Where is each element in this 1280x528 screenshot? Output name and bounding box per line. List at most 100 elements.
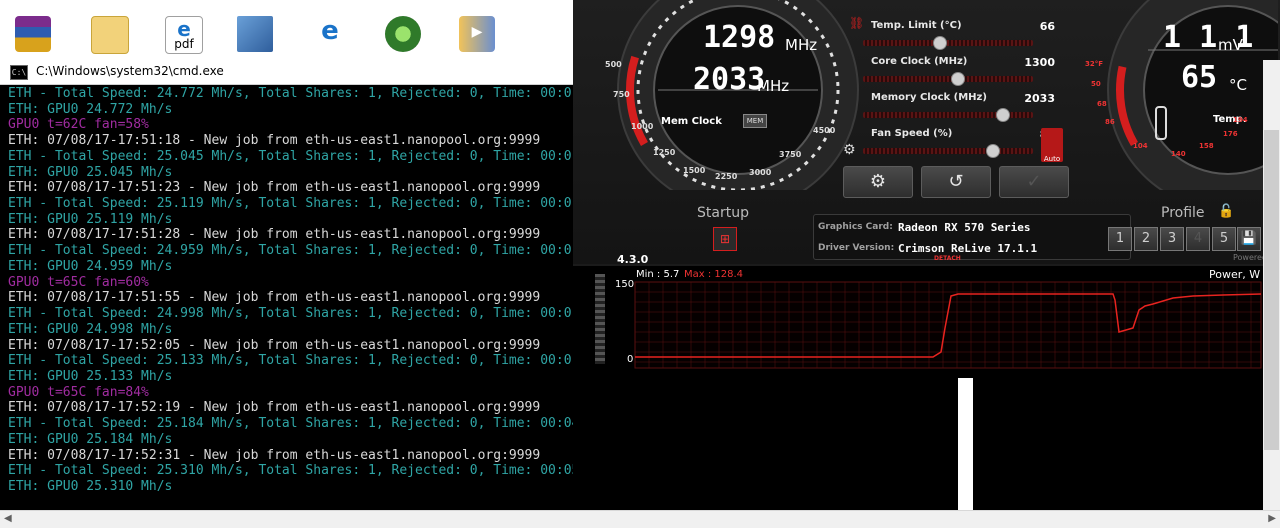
cmd-line: ETH: 07/08/17-17:51:18 - New job from et… <box>8 133 541 149</box>
slider-track[interactable] <box>863 40 1033 46</box>
gauge-tick-label: 750 <box>613 90 630 99</box>
desktop: e pdf e ▶ <box>0 0 575 60</box>
slider-top-edge <box>859 0 863 10</box>
slider-track[interactable] <box>863 148 1033 154</box>
profile-button-3[interactable]: 3 <box>1160 227 1184 251</box>
graphics-card-key: Graphics Card: <box>818 222 893 232</box>
gauge-tick-label: 194 <box>1233 116 1248 124</box>
hardware-monitor-graph[interactable]: Min : 5.7 Max : 128.4 Power, W 150 0 <box>573 266 1280 380</box>
gauge-tick-label: 1500 <box>683 166 706 175</box>
slider-knob[interactable] <box>951 72 966 86</box>
speedometer-icon[interactable] <box>378 10 428 58</box>
edge-icon[interactable]: e <box>305 10 355 58</box>
fan-auto-toggle[interactable]: Auto <box>1041 128 1063 163</box>
lock-icon[interactable]: 🔓 <box>1218 204 1234 219</box>
cmd-line: ETH: GPU0 25.119 Mh/s <box>8 211 173 227</box>
vertical-scroll-thumb[interactable] <box>1264 130 1279 450</box>
gpu-clock-readout: 1298 <box>703 20 776 55</box>
gpu-clock-unit: MHz <box>785 36 818 54</box>
cmd-line: ETH: 07/08/17-17:52:19 - New job from et… <box>8 400 541 416</box>
slider-label: Core Clock (MHz) <box>871 56 968 67</box>
slider-knob[interactable] <box>986 144 1001 158</box>
graph-svg <box>634 281 1262 369</box>
gauge-tick-label: 140 <box>1171 150 1186 158</box>
gauge-tick-label: 50 <box>1091 80 1101 88</box>
scroll-left-arrow[interactable]: ◀ <box>4 513 12 524</box>
pdf-label: pdf <box>174 37 194 51</box>
cmd-line: ETH: GPU0 25.045 Mh/s <box>8 164 173 180</box>
gauge-tick-label: 2250 <box>715 172 738 181</box>
installer-icon[interactable] <box>230 10 280 58</box>
cmd-line: ETH - Total Speed: 25.310 Mh/s, Total Sh… <box>8 463 578 479</box>
cmd-window-icon: C:\ <box>10 65 28 80</box>
mem-clock-readout: 2033 <box>693 62 766 97</box>
settings-button[interactable]: ⚙ <box>843 166 913 198</box>
temp-unit: °C <box>1229 76 1247 94</box>
pdf-icon[interactable]: e pdf <box>158 10 208 58</box>
desktop-background <box>573 380 1263 510</box>
graph-max-label: Max : 128.4 <box>684 269 744 280</box>
graph-ymin-label: 0 <box>627 354 634 365</box>
cmd-line: ETH: 07/08/17-17:51:28 - New job from et… <box>8 227 541 243</box>
profile-button-1[interactable]: 1 <box>1108 227 1132 251</box>
scroll-right-arrow[interactable]: ▶ <box>1268 513 1276 524</box>
gauge-tick-label: 3750 <box>779 150 802 159</box>
driver-key: Driver Version: <box>818 243 895 253</box>
cmd-line: ETH: GPU0 25.133 Mh/s <box>8 368 173 384</box>
horizontal-scrollbar[interactable]: ◀ ▶ <box>0 510 1280 528</box>
gauge-tick-label: 1000 <box>631 122 654 131</box>
cmd-line: ETH: 07/08/17-17:52:31 - New job from et… <box>8 447 541 463</box>
reset-button[interactable]: ↺ <box>921 166 991 198</box>
graph-ymax-label: 150 <box>615 279 635 290</box>
cmd-output[interactable]: ETH - Total Speed: 24.772 Mh/s, Total Sh… <box>8 86 578 526</box>
slider-knob[interactable] <box>995 108 1010 122</box>
gauge-tick-label: 158 <box>1199 142 1214 150</box>
cmd-window[interactable]: C:\ C:\Windows\system32\cmd.exe ETH - To… <box>0 60 580 527</box>
folder-icon[interactable] <box>84 10 134 58</box>
save-profile-icon[interactable]: 💾 <box>1237 227 1261 251</box>
gauge-tick-label: 176 <box>1223 130 1238 138</box>
cmd-line: ETH: GPU0 25.184 Mh/s <box>8 431 173 447</box>
graphics-card-value: Radeon RX 570 Series <box>898 221 1031 234</box>
cmd-line: GPU0 t=62C fan=58% <box>8 117 149 133</box>
link-icon[interactable]: ⛓ <box>849 16 864 30</box>
gauge-tick-label: 104 <box>1133 142 1148 150</box>
gauge-tick-label: 500 <box>605 60 622 69</box>
profile-button-4[interactable]: 4 <box>1186 227 1210 251</box>
slider-label: Temp. Limit (°C) <box>871 20 962 31</box>
profile-button-5[interactable]: 5 <box>1212 227 1236 251</box>
startup-windows-icon[interactable]: ⊞ <box>713 227 737 251</box>
cmd-line: ETH - Total Speed: 25.184 Mh/s, Total Sh… <box>8 416 578 432</box>
cmd-line: ETH - Total Speed: 25.133 Mh/s, Total Sh… <box>8 353 572 369</box>
slider-knob[interactable] <box>932 36 947 50</box>
cmd-line: ETH - Total Speed: 24.959 Mh/s, Total Sh… <box>8 243 572 259</box>
media-player-icon[interactable]: ▶ <box>452 10 502 58</box>
startup-label: Startup <box>697 205 749 221</box>
gauge-tick-label: 3000 <box>749 168 772 177</box>
graph-scroll-handle[interactable] <box>595 274 605 364</box>
mem-badge: MEM <box>743 114 767 128</box>
apply-button[interactable]: ✓ <box>999 166 1069 198</box>
gauge-tick-label: 32°F <box>1085 60 1104 68</box>
cmd-line: ETH - Total Speed: 25.045 Mh/s, Total Sh… <box>8 148 572 164</box>
fan-settings-icon[interactable]: ⚙ <box>843 142 856 158</box>
winrar-icon[interactable] <box>8 10 58 58</box>
card-info: Graphics Card: Radeon RX 570 Series Driv… <box>813 214 1131 262</box>
cmd-line: ETH - Total Speed: 24.998 Mh/s, Total Sh… <box>8 306 572 322</box>
profile-button-2[interactable]: 2 <box>1134 227 1158 251</box>
afterburner-window[interactable]: 1298 MHz 2033 MHz Mem Clock MEM 500 750 10… <box>573 0 1280 380</box>
gauge-tick-label: 68 <box>1097 100 1107 108</box>
slider-label: Memory Clock (MHz) <box>871 92 987 103</box>
cmd-line: ETH - Total Speed: 25.119 Mh/s, Total Sh… <box>8 196 572 212</box>
mem-clock-label: Mem Clock <box>661 116 722 127</box>
graph-series-label: Power, W <box>1209 268 1261 281</box>
cmd-title-bar[interactable]: C:\ C:\Windows\system32\cmd.exe <box>0 60 580 85</box>
detach-link[interactable]: DETACH <box>934 255 961 262</box>
cmd-title: C:\Windows\system32\cmd.exe <box>36 64 224 78</box>
slider-track[interactable] <box>863 76 1033 82</box>
cmd-line: ETH: 07/08/17-17:51:23 - New job from et… <box>8 180 541 196</box>
slider-value: 66 <box>1039 20 1055 33</box>
afterburner-controls: 1298 MHz 2033 MHz Mem Clock MEM 500 750 10… <box>573 0 1280 266</box>
white-gap <box>958 378 973 512</box>
gauge-tick-label: 4500 <box>813 126 836 135</box>
